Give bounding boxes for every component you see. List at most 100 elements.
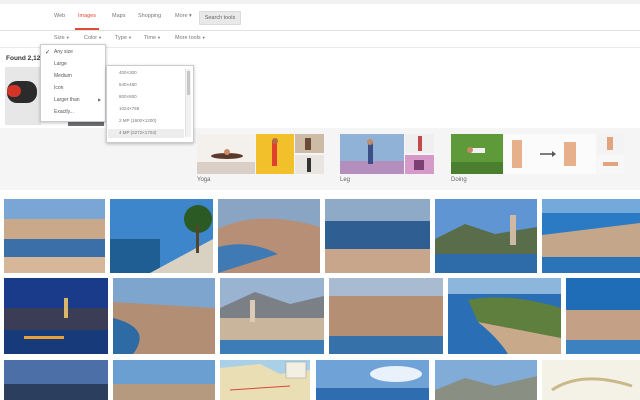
- related-leg-image-1[interactable]: [340, 134, 404, 174]
- related-label-yoga[interactable]: Yoga: [197, 177, 210, 183]
- photo-dusk-skyline: [4, 360, 108, 400]
- related-yoga-image-4[interactable]: [295, 155, 324, 174]
- tab-shopping[interactable]: Shopping: [138, 13, 161, 19]
- color-tool[interactable]: Color▼: [84, 35, 102, 41]
- size-option-medium[interactable]: Medium: [54, 73, 72, 79]
- size-option-icon[interactable]: Icon: [54, 85, 63, 91]
- photo-yoga-small: [295, 155, 324, 174]
- result-image[interactable]: [542, 199, 640, 273]
- photo-old-town-mountains: [220, 278, 324, 354]
- photo-marina-aerial: [325, 199, 430, 273]
- larger-than-option-selected[interactable]: 4 MP (2272×1704): [119, 130, 156, 135]
- related-doing-image-1[interactable]: [451, 134, 503, 174]
- result-image[interactable]: [435, 199, 537, 273]
- larger-than-option[interactable]: 400×300: [119, 70, 137, 75]
- chevron-right-icon: ▶: [98, 97, 102, 102]
- tab-maps[interactable]: Maps: [112, 13, 125, 19]
- top-strip: [0, 0, 640, 4]
- color-tool-label: Color: [84, 35, 98, 41]
- tab-more[interactable]: More ▾: [175, 13, 192, 19]
- tab-web[interactable]: Web: [54, 13, 65, 19]
- photo-yoga-stretch: [197, 134, 255, 174]
- larger-than-option[interactable]: 640×480: [119, 82, 137, 87]
- type-tool-label: Type: [115, 35, 127, 41]
- more-tools-label: More tools: [175, 35, 201, 41]
- photo-yoga-pose: [256, 134, 294, 174]
- related-yoga-image-2[interactable]: [256, 134, 294, 174]
- map-image: [542, 360, 640, 400]
- size-option-any[interactable]: Any size: [54, 49, 73, 55]
- chevron-down-icon: ▼: [65, 35, 70, 40]
- size-option-exactly[interactable]: Exactly...: [54, 109, 74, 115]
- search-nav-bar: Web Images Maps Shopping More ▾ Search t…: [0, 8, 640, 31]
- photo-harbor-aerial: [113, 278, 215, 354]
- shoe-accent: [7, 85, 21, 97]
- related-leg-image-2[interactable]: [405, 134, 434, 153]
- chevron-down-icon: ▼: [201, 35, 206, 40]
- larger-than-option[interactable]: 1024×768: [119, 106, 139, 111]
- chevron-down-icon: ▼: [127, 35, 132, 40]
- photo-leg-stretch: [340, 134, 404, 174]
- photo-city-night: [4, 278, 108, 354]
- photo-leg-small: [405, 155, 434, 174]
- result-image[interactable]: [220, 278, 324, 354]
- photo-green-peninsula: [448, 278, 561, 354]
- larger-than-option[interactable]: 2 MP (1600×1200): [119, 118, 156, 123]
- related-yoga-image-1[interactable]: [197, 134, 255, 174]
- result-image[interactable]: [4, 360, 108, 400]
- more-tools[interactable]: More tools▼: [175, 35, 206, 41]
- search-tools-button[interactable]: Search tools: [199, 11, 241, 25]
- time-tool[interactable]: Time▼: [144, 35, 161, 41]
- related-yoga-image-3[interactable]: [295, 134, 324, 153]
- photo-city-harbor: [4, 199, 105, 273]
- result-image[interactable]: [113, 360, 215, 400]
- result-image[interactable]: [110, 199, 213, 273]
- photo-coastal-town: [542, 199, 640, 273]
- chevron-down-icon: ▼: [157, 35, 161, 40]
- photo-doing-small: [597, 134, 624, 153]
- size-option-large[interactable]: Large: [54, 61, 67, 67]
- photo-city-rooftops: [329, 278, 443, 354]
- related-doing-image-2[interactable]: [504, 134, 596, 174]
- time-tool-label: Time: [144, 35, 157, 41]
- type-tool[interactable]: Type▼: [115, 35, 132, 41]
- photo-clouds-sea: [316, 360, 429, 400]
- size-tool[interactable]: Size▼: [54, 35, 70, 41]
- result-image[interactable]: [316, 360, 429, 400]
- related-label-leg[interactable]: Leg: [340, 177, 350, 183]
- larger-than-option[interactable]: 800×600: [119, 94, 137, 99]
- tab-images[interactable]: Images: [74, 13, 100, 30]
- photo-promenade-palms: [110, 199, 213, 273]
- check-icon: ✓: [45, 50, 51, 56]
- photo-doing-small: [597, 155, 624, 174]
- result-image[interactable]: [329, 278, 443, 354]
- result-image[interactable]: [4, 199, 105, 273]
- size-option-larger-than[interactable]: Larger than: [54, 97, 80, 103]
- map-image: [220, 360, 310, 400]
- photo-doing-diagram: [504, 134, 596, 174]
- photo-aerial-peninsula: [218, 199, 320, 273]
- submenu-scrollbar-thumb[interactable]: [187, 71, 190, 95]
- result-image[interactable]: [448, 278, 561, 354]
- result-image[interactable]: [218, 199, 320, 273]
- photo-bell-tower: [435, 199, 537, 273]
- photo-sea-town: [566, 278, 640, 354]
- size-tool-label: Size: [54, 35, 65, 41]
- photo-rocky-coast: [435, 360, 537, 400]
- related-doing-image-3[interactable]: [597, 134, 624, 153]
- photo-doing-grass: [451, 134, 503, 174]
- shoe-image-thumbnail[interactable]: [5, 67, 41, 125]
- results-count: Found 2,120: [6, 55, 44, 62]
- photo-leg-small: [405, 134, 434, 153]
- related-leg-image-3[interactable]: [405, 155, 434, 174]
- result-image[interactable]: [4, 278, 108, 354]
- photo-yoga-small: [295, 134, 324, 153]
- result-image[interactable]: [435, 360, 537, 400]
- result-image-map[interactable]: [542, 360, 640, 400]
- result-image[interactable]: [566, 278, 640, 354]
- result-image[interactable]: [113, 278, 215, 354]
- related-label-doing[interactable]: Doing: [451, 177, 467, 183]
- related-doing-image-4[interactable]: [597, 155, 624, 174]
- result-image-map[interactable]: [220, 360, 310, 400]
- result-image[interactable]: [325, 199, 430, 273]
